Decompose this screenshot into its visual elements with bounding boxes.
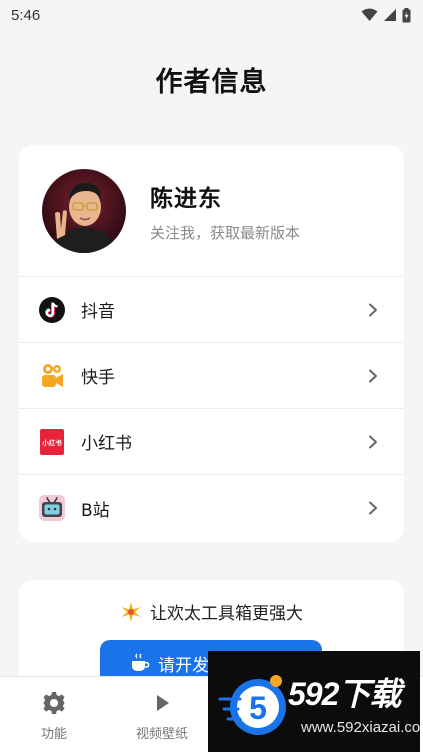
link-row-kuaishou[interactable]: 快手 — [19, 343, 404, 409]
watermark-logo: 5 — [218, 675, 286, 735]
sparkle-icon — [121, 601, 141, 622]
douyin-icon — [39, 296, 65, 323]
status-bar: 5:46 — [0, 0, 423, 30]
kuaishou-icon — [39, 363, 65, 389]
tab-video-wallpaper[interactable]: 视频壁纸 — [108, 677, 216, 752]
tab-label-features: 功能 — [40, 727, 67, 742]
status-time: 5:46 — [11, 6, 41, 24]
link-row-douyin[interactable]: 抖音 — [19, 277, 404, 343]
svg-text:小红书: 小红书 — [41, 438, 62, 447]
svg-text:5: 5 — [249, 690, 267, 726]
gear-icon — [43, 692, 65, 714]
coffee-icon — [132, 653, 150, 671]
author-info: 陈进东 关注我，获取最新版本 — [150, 179, 300, 243]
signal-icon — [384, 9, 396, 21]
page-title: 作者信息 — [155, 67, 268, 98]
author-card: 陈进东 关注我，获取最新版本 抖音 快手 小红书 小红书 B站 — [19, 145, 404, 542]
watermark-url: www.592xiazai.com — [301, 719, 420, 736]
watermark-brand: 592下载 — [288, 676, 401, 712]
chevron-right-icon — [369, 435, 377, 448]
avatar — [42, 168, 126, 253]
link-label-bilibili: B站 — [81, 500, 110, 521]
tab-label-video-wallpaper: 视频壁纸 — [135, 727, 188, 742]
contact-developer-label: 请开发 — [158, 655, 209, 676]
author-subtitle: 关注我，获取最新版本 — [150, 223, 301, 242]
chevron-right-icon — [369, 303, 377, 316]
status-icons — [361, 7, 411, 23]
play-icon — [157, 695, 169, 711]
link-label-kuaishou: 快手 — [81, 368, 115, 388]
battery-icon — [402, 7, 411, 22]
tab-features[interactable]: 功能 — [0, 677, 108, 752]
wifi-icon — [361, 8, 378, 21]
watermark-592xiazai: 5 592下载 www.592xiazai.com — [208, 651, 420, 752]
link-row-xiaohongshu[interactable]: 小红书 小红书 — [19, 409, 404, 475]
xiaohongshu-icon: 小红书 — [39, 428, 65, 455]
link-label-xiaohongshu: 小红书 — [81, 434, 132, 454]
link-label-douyin: 抖音 — [81, 302, 115, 322]
support-title-text: 让欢太工具箱更强大 — [150, 604, 303, 624]
chevron-right-icon — [369, 369, 377, 382]
author-profile: 陈进东 关注我，获取最新版本 — [19, 145, 404, 277]
link-row-bilibili[interactable]: B站 — [19, 475, 404, 541]
support-title: 让欢太工具箱更强大 — [19, 599, 404, 624]
bilibili-icon — [39, 495, 65, 521]
chevron-right-icon — [369, 501, 377, 515]
author-name: 陈进东 — [150, 185, 222, 212]
